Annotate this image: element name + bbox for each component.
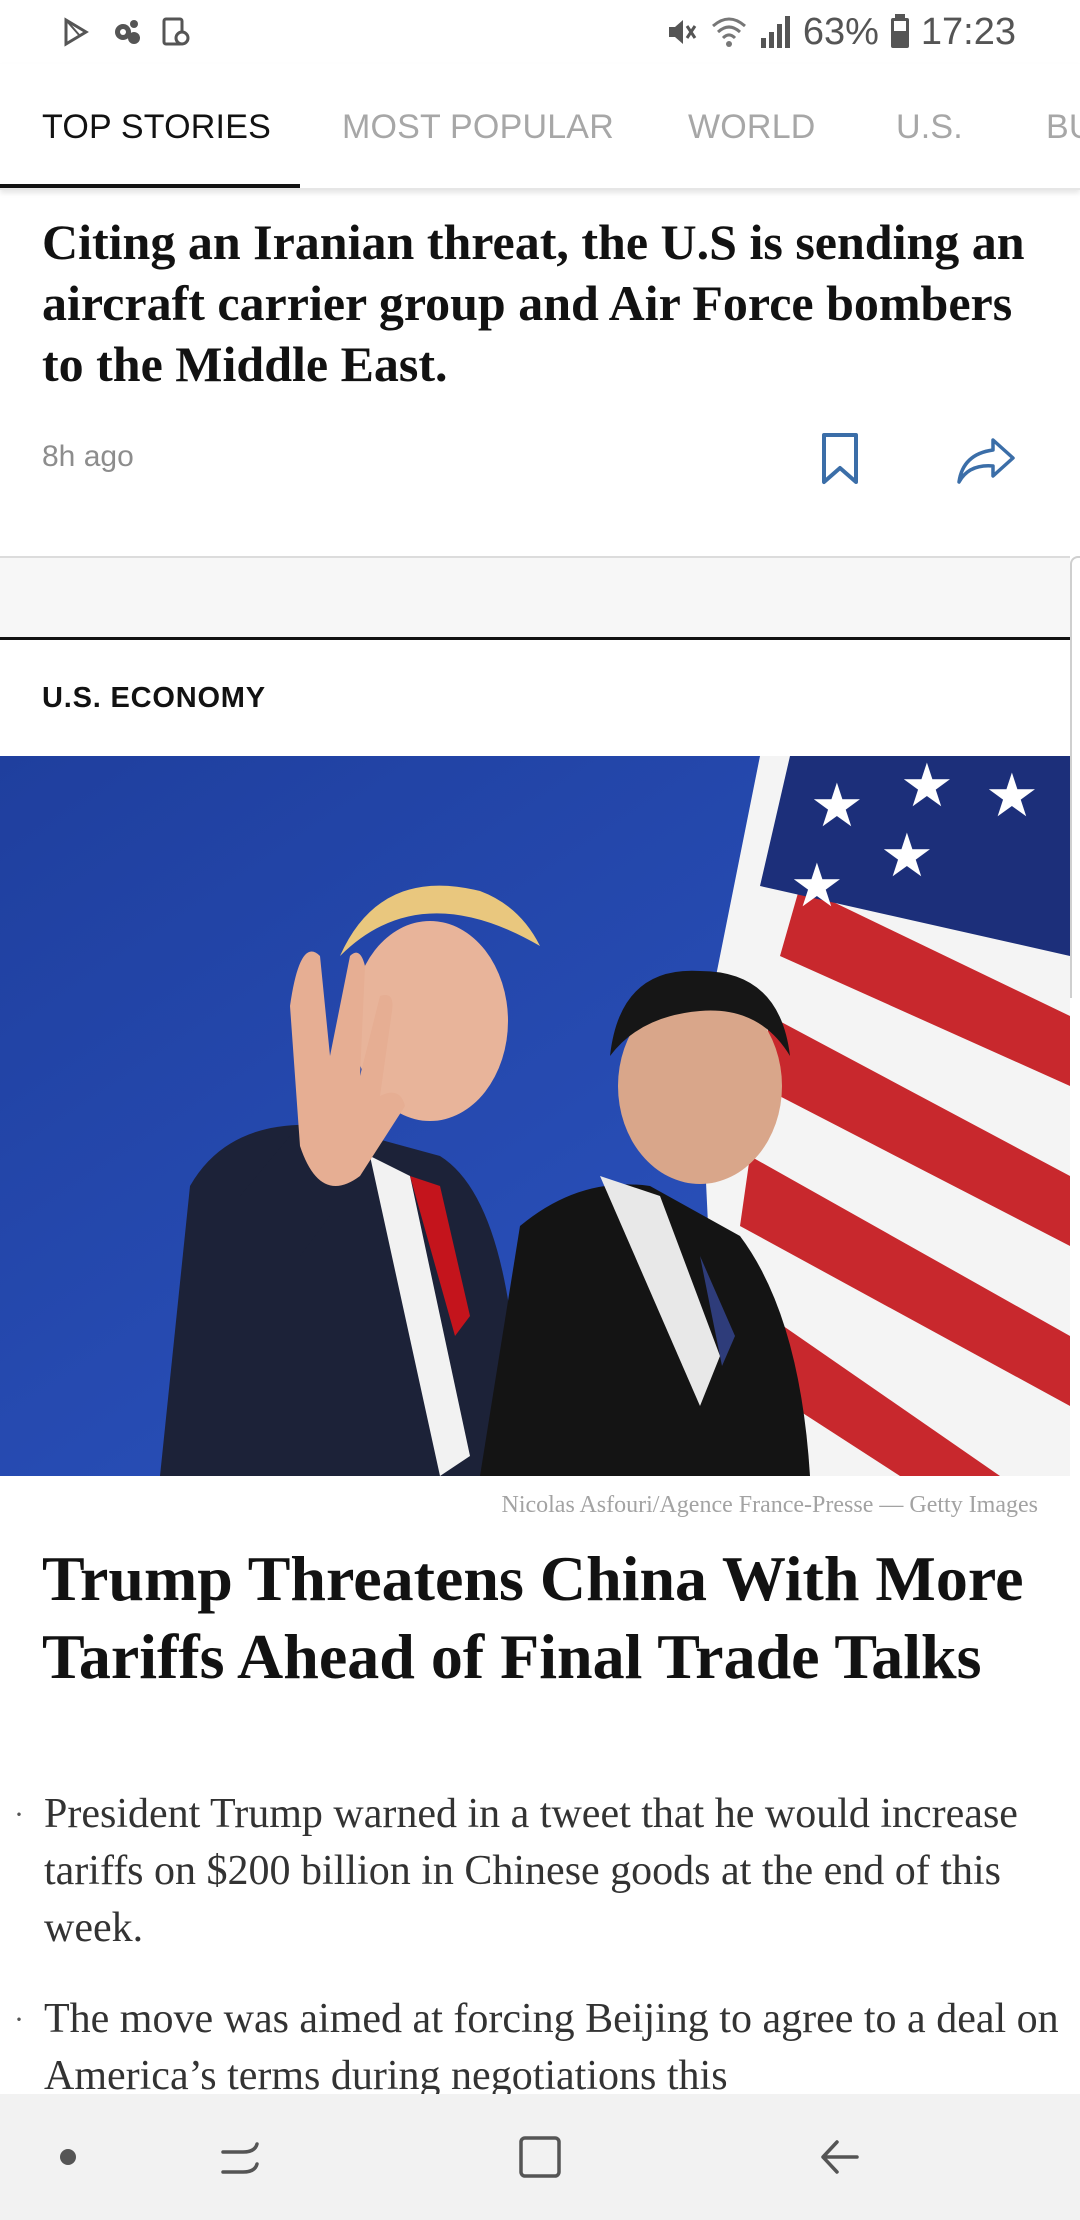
- next-card-edge: [1070, 556, 1080, 998]
- battery-percent: 63%: [802, 10, 879, 53]
- tab-most-popular[interactable]: MOST POPULAR: [342, 64, 614, 188]
- lead-headline[interactable]: Trump Threatens China With More Tariffs …: [42, 1540, 1052, 1696]
- status-right-icons: 63% 17:23: [663, 11, 1080, 54]
- tab-top-stories[interactable]: TOP STORIES: [42, 64, 271, 188]
- clock: 17:23: [920, 10, 1016, 53]
- svg-text:★: ★: [985, 761, 1039, 831]
- story-photo[interactable]: ★ ★ ★ ★ ★: [0, 756, 1070, 1476]
- section-tabs: TOP STORIES MOST POPULAR WORLD U.S. BU: [0, 64, 1080, 190]
- photo-caption: Nicolas Asfouri/Agence France-Presse — G…: [501, 1492, 1038, 1518]
- section-gap: [0, 558, 1070, 638]
- tab-business[interactable]: BU: [1046, 64, 1080, 188]
- summary-bullet: · The move was aimed at forcing Beijing …: [0, 1991, 1060, 2105]
- bookmark-icon[interactable]: [820, 432, 860, 486]
- bullet-dot: ·: [14, 1798, 24, 1831]
- tab-world[interactable]: WORLD: [688, 64, 816, 188]
- play-store-icon: [64, 17, 89, 47]
- dot-icon[interactable]: [40, 2094, 96, 2220]
- recent-apps-icon[interactable]: [200, 2094, 280, 2220]
- tab-us[interactable]: U.S.: [896, 64, 963, 188]
- story-timestamp: 8h ago: [42, 440, 134, 473]
- story-headline[interactable]: Citing an Iranian threat, the U.S is sen…: [42, 212, 1052, 395]
- wifi-icon: [711, 17, 746, 47]
- status-left-icons: [0, 16, 192, 48]
- share-icon[interactable]: [955, 436, 1017, 486]
- settings-notification-icon: [115, 20, 140, 44]
- summary-bullets: · President Trump warned in a tweet that…: [0, 1786, 1060, 2139]
- system-nav-bar: [0, 2094, 1080, 2220]
- svg-text:★: ★: [810, 771, 864, 841]
- back-icon[interactable]: [800, 2094, 880, 2220]
- status-bar: 63% 17:23: [0, 0, 1080, 64]
- home-icon[interactable]: [500, 2094, 580, 2220]
- bullet-text: The move was aimed at forcing Beijing to…: [44, 1996, 1059, 2099]
- svg-text:★: ★: [790, 851, 844, 921]
- battery-icon: [890, 14, 909, 48]
- screenshot-icon: [162, 17, 190, 46]
- section-rule: [0, 637, 1070, 640]
- section-label[interactable]: U.S. ECONOMY: [42, 682, 266, 715]
- active-tab-indicator: [0, 184, 300, 188]
- mute-icon: [668, 20, 697, 44]
- signal-icon: [760, 16, 790, 48]
- svg-text:★: ★: [900, 756, 954, 821]
- bullet-text: President Trump warned in a tweet that h…: [44, 1791, 1018, 1951]
- bullet-dot: ·: [14, 2003, 24, 2036]
- svg-text:★: ★: [880, 821, 934, 891]
- photo-illustration: ★ ★ ★ ★ ★: [0, 756, 1070, 1476]
- summary-bullet: · President Trump warned in a tweet that…: [0, 1786, 1060, 1957]
